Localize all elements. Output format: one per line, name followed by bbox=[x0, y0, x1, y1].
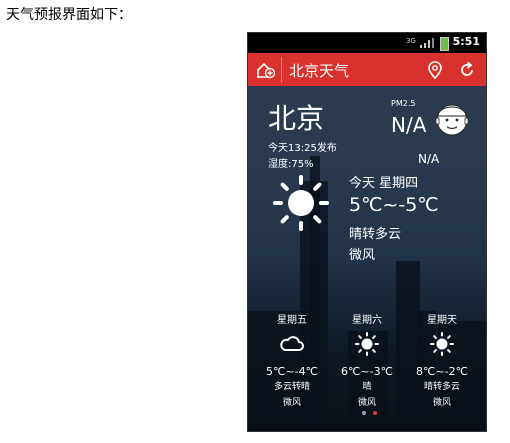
forecast-day: 星期五 bbox=[277, 315, 307, 326]
today-label: 今天 星期四 bbox=[349, 176, 419, 191]
forecast-temperature: 5℃~-4℃ bbox=[266, 365, 318, 378]
sun-icon bbox=[355, 332, 379, 356]
forecast-wind: 微风 bbox=[432, 398, 451, 408]
forecast-item: 星期六 6℃~-3℃ 晴 微风 bbox=[327, 311, 407, 408]
pm-face-icon bbox=[435, 104, 469, 136]
page-indicator[interactable] bbox=[361, 400, 378, 419]
network-type: 3G bbox=[406, 37, 416, 45]
forecast-condition: 晴转多云 bbox=[423, 382, 460, 392]
forecast-temperature: 8℃~-2℃ bbox=[416, 365, 468, 378]
weather-content: 北京 今天13:25发布 湿度:75% PM2.5 N/A N/A 今天 星期四… bbox=[248, 86, 486, 431]
humidity: 湿度:75% bbox=[268, 159, 314, 170]
air-quality: N/A bbox=[418, 152, 440, 166]
today-wind: 微风 bbox=[349, 248, 376, 263]
add-city-icon[interactable] bbox=[256, 60, 276, 80]
location-pin-icon[interactable] bbox=[426, 60, 444, 80]
app-bar-divider bbox=[281, 57, 282, 82]
forecast-day: 星期天 bbox=[427, 315, 457, 326]
forecast-item: 星期天 8℃~-2℃ 晴转多云 微风 bbox=[402, 311, 482, 408]
sun-icon bbox=[273, 175, 329, 231]
pm25-value: N/A bbox=[391, 113, 427, 137]
forecast-condition: 晴 bbox=[362, 382, 372, 392]
page-dot[interactable] bbox=[362, 411, 366, 415]
today-condition: 晴转多云 bbox=[349, 227, 402, 242]
forecast-day: 星期六 bbox=[352, 315, 382, 326]
app-bar: 北京天气 bbox=[248, 53, 486, 86]
page-caption: 天气预报界面如下： bbox=[6, 7, 132, 23]
forecast-temperature: 6℃~-3℃ bbox=[341, 365, 393, 378]
pm25-label: PM2.5 bbox=[391, 99, 416, 108]
phone-screen: 3G 5:51 北京天气 北京 今天13:25发布 湿度:75% PM2.5 N… bbox=[248, 33, 486, 431]
status-bar: 3G 5:51 bbox=[248, 33, 486, 53]
forecast-condition: 多云转晴 bbox=[273, 382, 310, 392]
status-time: 5:51 bbox=[452, 35, 480, 48]
signal-icon bbox=[420, 38, 434, 48]
cloud-icon bbox=[280, 336, 304, 351]
refresh-icon[interactable] bbox=[458, 60, 476, 80]
forecast-wind: 微风 bbox=[282, 398, 301, 408]
battery-icon bbox=[440, 37, 449, 51]
page-dot-active[interactable] bbox=[373, 411, 378, 415]
city-name: 北京 bbox=[268, 102, 325, 135]
today-temperature: 5℃~-5℃ bbox=[349, 194, 439, 216]
app-title: 北京天气 bbox=[289, 62, 350, 80]
publish-time: 今天13:25发布 bbox=[268, 143, 337, 154]
forecast-item: 星期五 5℃~-4℃ 多云转晴 微风 bbox=[252, 311, 332, 408]
sun-icon bbox=[430, 332, 454, 356]
